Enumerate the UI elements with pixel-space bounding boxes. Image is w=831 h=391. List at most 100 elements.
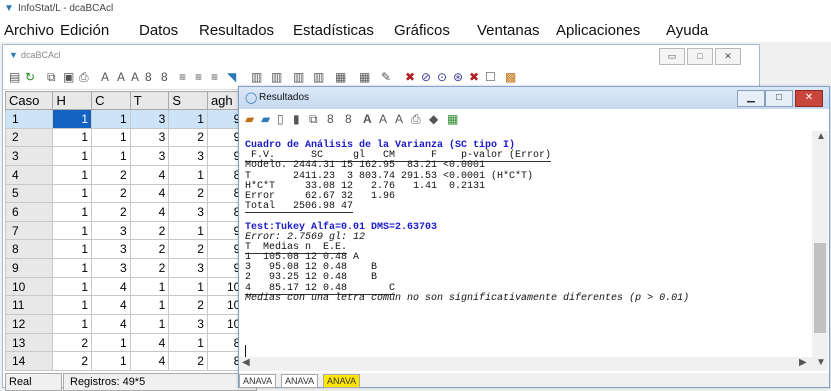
copy-icon[interactable]: ⧉ xyxy=(309,112,318,127)
table-cell[interactable]: 3 xyxy=(129,127,170,148)
results-close-button[interactable]: ✕ xyxy=(795,90,823,107)
table-icon[interactable]: ▦ xyxy=(447,112,458,126)
table-row[interactable]: 1113195 xyxy=(4,109,252,129)
row-number-cell[interactable]: 5 xyxy=(4,183,54,204)
table-cell[interactable]: 4 xyxy=(129,183,170,204)
save-icon[interactable]: ▰ xyxy=(261,112,270,126)
table-cell[interactable]: 3 xyxy=(129,146,170,166)
table-cell[interactable]: 3 xyxy=(129,109,170,129)
table-row[interactable]: 3113398 xyxy=(4,146,252,166)
refresh-icon[interactable]: ↻ xyxy=(25,70,35,84)
palette-icon[interactable]: ▩ xyxy=(505,70,516,84)
filter-search-icon[interactable]: ⊛ xyxy=(453,70,463,84)
results-maximize-button[interactable]: □ xyxy=(765,90,793,107)
row-number-cell[interactable]: 12 xyxy=(4,314,54,334)
table-cell[interactable]: 1 xyxy=(129,295,170,316)
menu-archivo[interactable]: Archivo xyxy=(4,22,54,39)
copy-icon[interactable]: ⧉ xyxy=(47,70,56,85)
table-cell[interactable]: 1 xyxy=(52,183,93,204)
insert-row-icon[interactable]: ▥ xyxy=(271,70,282,84)
table-cell[interactable]: 4 xyxy=(91,295,131,316)
results-minimize-button[interactable]: ▁ xyxy=(737,90,765,107)
font-icon[interactable]: A xyxy=(101,70,109,84)
table-row[interactable]: 8132295 xyxy=(4,239,252,260)
delete-column-icon[interactable]: ▥ xyxy=(293,70,304,84)
table-cell[interactable]: 1 xyxy=(168,276,208,297)
table-row[interactable]: 5124286 xyxy=(4,183,252,204)
table-cell[interactable]: 1 xyxy=(168,220,208,241)
table-cell[interactable]: 3 xyxy=(168,314,208,334)
row-number-cell[interactable]: 1 xyxy=(4,109,54,129)
col-header-s[interactable]: S xyxy=(168,91,208,110)
table-cell[interactable]: 1 xyxy=(129,314,170,334)
menu-estadisticas[interactable]: Estadísticas xyxy=(293,22,374,39)
row-number-cell[interactable]: 9 xyxy=(4,258,54,278)
filter-off-icon[interactable]: ✖ xyxy=(405,70,415,84)
new-icon[interactable]: ▯ xyxy=(277,112,284,126)
table-cell[interactable]: 1 xyxy=(52,276,93,297)
table-cell[interactable]: 4 xyxy=(129,332,170,353)
minimize-button[interactable]: ▭ xyxy=(659,48,685,65)
fill-icon[interactable]: ◥ xyxy=(227,70,236,84)
decimals-more-icon[interactable]: 8 xyxy=(145,70,152,84)
table-cell[interactable]: 4 xyxy=(91,314,131,334)
maximize-button[interactable]: □ xyxy=(687,48,713,65)
table-row[interactable]: 6124383 xyxy=(4,202,252,222)
row-number-cell[interactable]: 7 xyxy=(4,220,54,241)
scroll-down-icon[interactable]: ▼ xyxy=(816,357,826,368)
font-grow-icon[interactable]: A xyxy=(117,70,125,84)
table-cell[interactable]: 1 xyxy=(91,351,131,371)
bold-font-icon[interactable]: A xyxy=(363,112,372,126)
table-cell[interactable]: 4 xyxy=(129,351,170,371)
menu-datos[interactable]: Datos xyxy=(139,22,178,39)
grid-icon[interactable]: ▦ xyxy=(359,70,370,84)
font-shrink-icon[interactable]: A xyxy=(131,70,139,84)
font-shrink-icon[interactable]: A xyxy=(395,112,403,126)
filter-select-icon[interactable]: ⊙ xyxy=(437,70,447,84)
col-header-caso[interactable]: Caso xyxy=(4,91,54,110)
table-cell[interactable]: 2 xyxy=(129,258,170,278)
row-number-cell[interactable]: 4 xyxy=(4,164,54,185)
open-icon[interactable]: ▰ xyxy=(245,112,254,126)
results-text[interactable]: Cuadro de Análisis de la Varianza (SC ti… xyxy=(245,140,805,361)
table-cell[interactable]: 2 xyxy=(168,183,208,204)
table-cell[interactable]: 2 xyxy=(52,332,93,353)
decimals-less-icon[interactable]: 8 xyxy=(161,70,168,84)
table-cell[interactable]: 1 xyxy=(91,109,131,129)
table-cell[interactable]: 2 xyxy=(168,351,208,371)
menu-edicion[interactable]: Edición xyxy=(60,22,109,39)
table-cell[interactable]: 3 xyxy=(91,239,131,260)
data-grid[interactable]: Caso H C T S agh 11131952113296311339841… xyxy=(4,91,252,371)
menu-ventanas[interactable]: Ventanas xyxy=(477,22,540,39)
table-cell[interactable]: 2 xyxy=(168,127,208,148)
align-center-icon[interactable]: ≡ xyxy=(195,70,202,84)
table-cell[interactable]: 4 xyxy=(129,164,170,185)
table-cell[interactable]: 2 xyxy=(168,239,208,260)
table-cell[interactable]: 1 xyxy=(52,127,93,148)
print-icon[interactable]: ⎙ xyxy=(411,112,421,127)
table-cell[interactable]: 1 xyxy=(52,239,93,260)
filter-clear-icon[interactable]: ✖ xyxy=(469,70,479,84)
font-grow-icon[interactable]: A xyxy=(379,112,387,126)
table-cell[interactable]: 2 xyxy=(129,220,170,241)
table-cell[interactable]: 1 xyxy=(91,127,131,148)
table-cell[interactable]: 1 xyxy=(52,164,93,185)
table-row[interactable]: 12 1 4 1 3 105 xyxy=(4,314,252,334)
table-cell[interactable]: 1 xyxy=(52,202,93,222)
decimals-more-icon[interactable]: 8 xyxy=(327,112,334,126)
table-row[interactable]: 2113296 xyxy=(4,127,252,148)
table-cell[interactable]: 1 xyxy=(52,109,93,129)
table-row[interactable]: 13214185 xyxy=(4,332,252,353)
row-number-cell[interactable]: 8 xyxy=(4,239,54,260)
row-number-cell[interactable]: 3 xyxy=(4,146,54,166)
table-cell[interactable]: 1 xyxy=(91,146,131,166)
scroll-left-icon[interactable]: ◀ xyxy=(242,357,250,368)
table-cell[interactable]: 1 xyxy=(168,332,208,353)
scroll-thumb[interactable] xyxy=(814,243,826,333)
scroll-up-icon[interactable]: ▲ xyxy=(816,131,826,142)
align-left-icon[interactable]: ≡ xyxy=(179,70,186,84)
table-cell[interactable]: 1 xyxy=(52,220,93,241)
filter-icon[interactable]: ⊘ xyxy=(421,70,431,84)
table-cell[interactable]: 4 xyxy=(91,276,131,297)
table-cell[interactable]: 2 xyxy=(91,202,131,222)
